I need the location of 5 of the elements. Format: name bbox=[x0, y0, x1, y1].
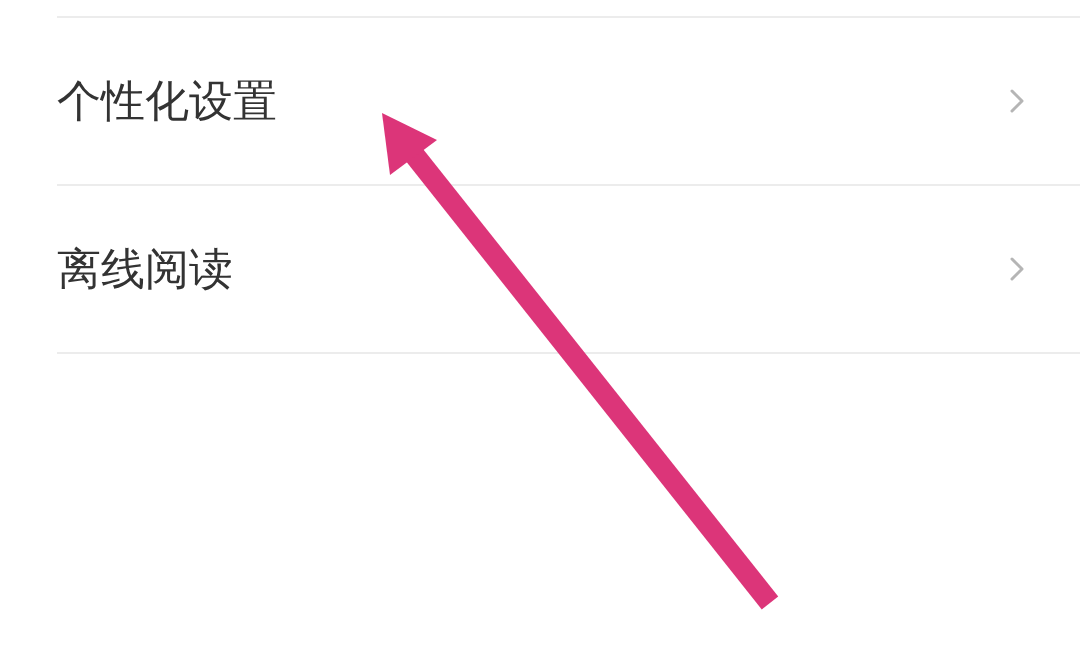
row-label: 个性化设置 bbox=[57, 73, 277, 128]
row-label: 离线阅读 bbox=[57, 241, 233, 296]
chevron-right-icon bbox=[1009, 256, 1025, 282]
chevron-right-icon bbox=[1009, 88, 1025, 114]
settings-row[interactable]: 离线阅读 bbox=[57, 184, 1080, 354]
